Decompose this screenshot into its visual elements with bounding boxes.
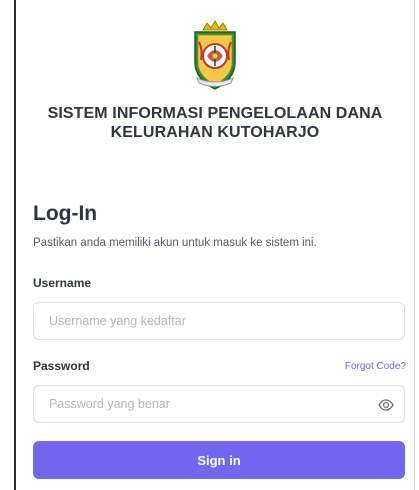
login-heading: Log-In [33,202,98,225]
password-field[interactable] [33,385,405,423]
forgot-code-link[interactable]: Forgot Code? [345,361,406,372]
app-title-line-1: SISTEM INFORMASI PENGELOLAAN DANA [47,105,383,122]
app-title-line-2: KELURAHAN KUTOHARJO [110,124,320,141]
password-label: Password [33,359,90,373]
username-field[interactable] [33,302,405,340]
login-card: SISTEM INFORMASI PENGELOLAAN DANA KELURA… [16,0,414,490]
app-title: SISTEM INFORMASI PENGELOLAAN DANA KELURA… [24,104,406,142]
username-input[interactable] [34,303,404,339]
username-label: Username [33,276,92,290]
login-subtext: Pastikan anda memiliki akun untuk masuk … [33,237,317,249]
window-right-border [414,0,415,490]
sign-in-button[interactable]: Sign in [33,441,405,479]
kendal-emblem-icon [194,20,236,90]
password-input[interactable] [34,386,404,422]
eye-icon[interactable] [378,397,394,413]
